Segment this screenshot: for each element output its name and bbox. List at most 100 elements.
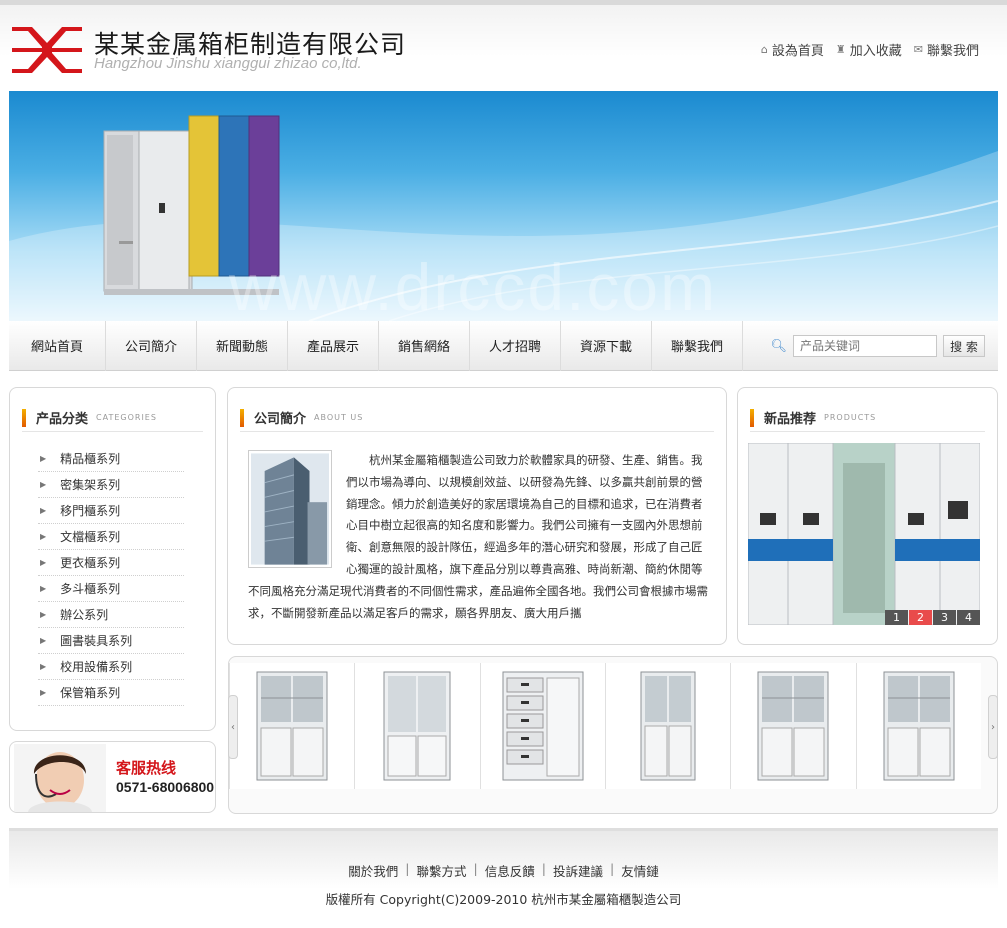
carousel-item[interactable] [354,663,480,789]
contact-label: 聯繫我們 [926,44,979,59]
slide-pager: 1 2 3 4 [884,610,980,625]
carousel-item[interactable] [229,663,355,789]
nav-news[interactable]: 新聞動態 [197,320,288,371]
category-item[interactable]: ▶ 辦公系列 [38,602,184,628]
category-label: 文檔櫃系列 [60,530,121,544]
mobile-shelving-image [748,443,980,625]
about-title: 公司簡介 [254,412,307,427]
caret-right-icon: ▶ [40,610,47,619]
footer-link-about[interactable]: 關於我們 [348,861,398,880]
category-item[interactable]: ▶ 保管箱系列 [38,680,184,706]
add-favorite-link[interactable]: ♜ 加入收藏 [836,40,902,59]
category-item[interactable]: ▶ 移門櫃系列 [38,498,184,524]
about-text-block: 杭州某金屬箱櫃製造公司致力於軟體家具的研發、生產、銷售。我們以市場為導向、以規模… [248,450,708,624]
glass-door-cabinet-image [883,671,955,781]
copyright: 版權所有 Copyright(C)2009-2010 杭州市某金屬箱櫃製造公司 [325,892,682,907]
product-carousel: ‹ › [228,656,998,814]
nav-products[interactable]: 產品展示 [288,320,379,371]
carousel-next-button[interactable]: › [988,695,998,759]
hero-banner: www.drccd.com [9,91,998,321]
home-icon: ⌂ [760,43,768,56]
company-name-en: Hangzhou Jinshu xianggui zhizao co,ltd. [94,55,362,72]
featured-product-slide[interactable]: 1 2 3 4 [748,443,980,625]
carousel-track [229,663,981,789]
footer-link-contact[interactable]: 聯繫方式 [417,861,467,880]
search-box: 🔍︎ 搜 索 [770,335,985,357]
carousel-item[interactable] [604,663,731,789]
nav-about[interactable]: 公司簡介 [106,320,197,371]
category-item[interactable]: ▶ 精品櫃系列 [38,446,184,472]
footer-links: 關於我們 | 聯繫方式 | 信息反饋 | 投訴建議 | 友情鏈 [9,861,998,880]
drawer-cabinet-image [502,671,584,781]
about-subtitle: ABOUT US [314,413,364,422]
footer-link-friends[interactable]: 友情鏈 [621,861,659,880]
category-label: 校用設備系列 [60,660,133,674]
caret-right-icon: ▶ [40,636,47,645]
page-3-button[interactable]: 3 [933,610,956,625]
footer-divider: | [405,861,410,876]
main-nav: 網站首頁 公司簡介 新聞動態 產品展示 銷售網絡 人才招聘 資源下載 聯繫我們 … [9,320,998,371]
about-panel: 公司簡介 ABOUT US 杭州某金屬箱櫃製造公司致力於軟體家具的研發、生產、銷… [227,387,727,645]
caret-right-icon: ▶ [40,454,47,463]
page-2-button[interactable]: 2 [909,610,932,625]
nav-downloads[interactable]: 資源下載 [561,320,652,371]
site-header: 某某金属箱柜制造有限公司 Hangzhou Jinshu xianggui zh… [0,5,1007,91]
about-header: 公司簡介 ABOUT US [240,404,714,432]
caret-right-icon: ▶ [40,688,47,697]
category-item[interactable]: ▶ 多斗櫃系列 [38,576,184,602]
category-item[interactable]: ▶ 更衣櫃系列 [38,550,184,576]
hotline-title: 客服热线 [116,759,177,777]
search-icon: 🔍︎ [770,338,787,354]
category-label: 保管箱系列 [60,686,121,700]
company-logo[interactable] [12,27,82,73]
category-item[interactable]: ▶ 校用設備系列 [38,654,184,680]
search-button[interactable]: 搜 索 [943,335,985,357]
caret-right-icon: ▶ [40,532,47,541]
chevron-left-icon: ‹ [231,721,235,733]
new-products-title: 新品推荐 [764,412,817,427]
bookmark-icon: ♜ [835,43,846,56]
carousel-prev-button[interactable]: ‹ [228,695,238,759]
page-1-button[interactable]: 1 [885,610,908,625]
footer-link-feedback[interactable]: 信息反饋 [485,861,535,880]
header-accent-bar [22,408,26,427]
contact-icon: ✉ [913,43,923,56]
category-label: 圖書裝具系列 [60,634,133,648]
category-label: 移門櫃系列 [60,504,121,518]
carousel-item[interactable] [479,663,605,789]
search-input[interactable] [793,335,937,357]
nav-home[interactable]: 網站首頁 [9,320,106,371]
category-item[interactable]: ▶ 文檔櫃系列 [38,524,184,550]
contact-link[interactable]: ✉ 聯繫我們 [914,40,979,59]
hotline-banner[interactable]: 客服热线 0571-68006800 [9,741,216,813]
page-4-button[interactable]: 4 [957,610,980,625]
caret-right-icon: ▶ [40,506,47,515]
new-products-panel: 新品推荐 PRODUCTS 1 2 3 4 [737,387,998,645]
category-item[interactable]: ▶ 密集架系列 [38,472,184,498]
category-item[interactable]: ▶ 圖書裝具系列 [38,628,184,654]
caret-right-icon: ▶ [40,662,47,671]
footer-divider: | [541,861,546,876]
set-homepage-label: 設為首頁 [771,44,824,59]
header-accent-bar [750,408,754,427]
caret-right-icon: ▶ [40,584,47,593]
category-list: ▶ 精品櫃系列 ▶ 密集架系列 ▶ 移門櫃系列 ▶ 文檔櫃系列 ▶ 更衣櫃系列 ▶ 多斗櫃系列 ▶ 辦公系… [38,446,184,706]
category-label: 密集架系列 [60,478,121,492]
carousel-item[interactable] [855,663,981,789]
footer-link-complaints[interactable]: 投訴建議 [553,861,603,880]
carousel-item[interactable] [730,663,856,789]
narrow-glass-cabinet-image [640,671,696,781]
nav-contact[interactable]: 聯繫我們 [652,320,743,371]
categories-subtitle: CATEGORIES [96,413,157,422]
categories-panel: 产品分类 CATEGORIES ▶ 精品櫃系列 ▶ 密集架系列 ▶ 移門櫃系列 ▶ 文檔櫃系列… [9,387,216,731]
category-label: 辦公系列 [60,608,109,622]
nav-jobs[interactable]: 人才招聘 [470,320,561,371]
new-products-subtitle: PRODUCTS [824,413,877,422]
support-agent-image [14,744,106,812]
categories-header: 产品分类 CATEGORIES [22,404,203,432]
set-homepage-link[interactable]: ⌂ 設為首頁 [761,40,824,59]
nav-sales[interactable]: 銷售網絡 [379,320,470,371]
categories-title: 产品分类 [36,412,89,427]
category-label: 多斗櫃系列 [60,582,121,596]
glass-door-cabinet-image [757,671,829,781]
